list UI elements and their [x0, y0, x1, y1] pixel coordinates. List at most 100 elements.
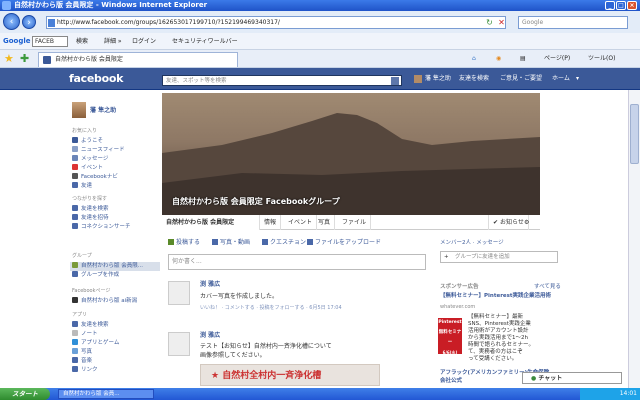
post-author-avatar[interactable] [168, 332, 190, 356]
sidebar-item-invite-friends[interactable]: 友達を招待 [72, 214, 109, 223]
section-find: つながりを探す [72, 196, 108, 202]
start-button[interactable]: スタート [0, 388, 50, 400]
nav-home[interactable]: ホーム [552, 74, 570, 84]
facebook-logo[interactable]: facebook [69, 72, 123, 85]
task-ie-window[interactable]: 自然村かわら版 会員... [58, 389, 154, 399]
post-text-line: 画像参照してください。 [200, 352, 266, 359]
search-icon[interactable] [391, 77, 399, 85]
sidebar-item-label: コネクションサーチ [81, 224, 131, 230]
sidebar-item-music[interactable]: 音楽 [72, 357, 92, 366]
stop-icon[interactable]: ✕ [496, 17, 507, 28]
page-menu[interactable]: ページ(P) [544, 53, 570, 65]
post-author[interactable]: 渕 雅広 [200, 281, 220, 289]
tab-group-home[interactable]: 自然村かわら版 会員限定 [162, 215, 260, 230]
fb-search-input[interactable]: 友達、スポット等を検索 [162, 75, 402, 86]
nav-profile[interactable]: 藩 隼之助 [425, 74, 451, 84]
gtool-search-button[interactable]: 検索 [76, 33, 88, 50]
members-link[interactable]: メンバー2人 · メッセージ [440, 239, 504, 247]
favorites-star-icon[interactable]: ★ [4, 52, 14, 65]
google-toolbar-field[interactable]: FACEB [32, 36, 68, 47]
forward-button[interactable]: › [22, 15, 36, 29]
sidebar-item-events[interactable]: イベント [72, 164, 103, 173]
events-icon [72, 164, 78, 170]
chevron-down-icon[interactable]: ▾ [576, 74, 579, 84]
sidebar-item-notes[interactable]: ノート [72, 330, 98, 339]
sidebar-item-group-current[interactable]: 自然村かわら版 会員限... [70, 262, 160, 271]
find-friends-icon [72, 205, 78, 211]
cover-photo[interactable]: 自然村かわら版 会員限定 Facebookグループ [162, 93, 540, 215]
gtool-more-button[interactable]: 詳細 » [104, 33, 122, 50]
ads-see-all[interactable]: すべて見る [534, 283, 561, 291]
windows-taskbar: スタート 自然村かわら版 会員... 14:01 [0, 388, 640, 400]
home-icon[interactable]: ⌂ [472, 53, 476, 65]
banner-text: ★ 自然村全村内一斉浄化槽 [211, 371, 322, 381]
page-scrollbar[interactable] [628, 90, 640, 388]
feeds-icon[interactable]: ◉ [496, 53, 501, 65]
composer-file[interactable]: ファイルをアップロード [307, 238, 381, 247]
sidebar-item-newsfeed[interactable]: ニュースフィード [72, 146, 125, 155]
nav-find-friends[interactable]: 友達を検索 [459, 74, 489, 84]
sidebar-item-label: イベント [81, 165, 104, 171]
photos-icon [72, 348, 78, 354]
gtool-login-button[interactable]: ログイン [132, 33, 156, 50]
question-icon [262, 239, 268, 245]
back-button[interactable]: ‹ [3, 13, 20, 30]
sidebar-item-friends[interactable]: 友達 [72, 182, 92, 191]
sidebar-item-welcome[interactable]: ようこそ [72, 137, 103, 146]
sidebar-item-page[interactable]: 自然村かわら版 ai新潟 [72, 297, 137, 306]
sidebar-item-label: 自然村かわら版 会員限... [81, 263, 143, 269]
post-author[interactable]: 渕 雅広 [200, 332, 220, 340]
close-button[interactable]: × [627, 1, 637, 10]
address-bar[interactable]: http://www.facebook.com/groups/162653017… [46, 16, 506, 29]
sidebar-item-photos[interactable]: 写真 [72, 348, 92, 357]
tab-active[interactable]: 自然村かわら版 会員限定 [38, 52, 238, 67]
nav-feedback[interactable]: ご意見・ご要望 [500, 74, 542, 84]
sidebar-item-label: リンク [81, 367, 98, 373]
sidebar-item-apps-games[interactable]: アプリとゲーム [72, 339, 119, 348]
profile-name[interactable]: 藩 隼之助 [90, 105, 116, 114]
refresh-icon[interactable]: ↻ [484, 17, 495, 28]
gtool-security-button[interactable]: セキュリティワールバー [172, 33, 238, 50]
sidebar-item-create-group[interactable]: グループを作成 [72, 271, 119, 280]
messages-icon [72, 155, 78, 161]
add-favorite-icon[interactable]: ✚ [20, 52, 29, 65]
sidebar-item-label: 友達を検索 [81, 206, 109, 212]
check-icon: ✔ [493, 219, 500, 226]
profile-avatar[interactable] [72, 102, 86, 118]
minimize-button[interactable]: _ [605, 1, 615, 10]
tab-events[interactable]: イベント [284, 215, 318, 230]
scroll-thumb[interactable] [630, 104, 639, 164]
sidebar-item-fbnavi[interactable]: Facebookナビ [72, 173, 118, 182]
composer: 投稿する 写真・動画 クエスチョン ファイルをアップロード 何か書く... [162, 234, 427, 278]
ad2-sub[interactable]: 会社公式 [440, 377, 462, 385]
composer-question[interactable]: クエスチョン [262, 238, 306, 247]
sidebar-item-messages[interactable]: メッセージ [72, 155, 108, 164]
ad-headline[interactable]: 【無料セミナー】Pinterest実践企業活用術 [440, 292, 551, 300]
tools-menu[interactable]: ツール(O) [588, 53, 615, 65]
sidebar-item-find-friends[interactable]: 友達を検索 [72, 205, 109, 214]
sidebar-item-links[interactable]: リンク [72, 366, 98, 375]
sidebar-item-connection-search[interactable]: コネクションサーチ [72, 223, 131, 232]
pin-line1: 無料セミナー [438, 330, 462, 345]
tab-files[interactable]: ファイル [338, 215, 372, 230]
composer-post[interactable]: 投稿する [168, 238, 200, 247]
facebook-header: facebook 友達、スポット等を検索 藩 隼之助 友達を検索 ご意見・ご要望… [0, 68, 640, 90]
settings-gear-icon[interactable]: ⚙ [520, 215, 533, 230]
post-meta[interactable]: いいね！ · コメントする · 投稿をフォローする · 6月5日 17:04 [200, 304, 342, 312]
add-friend-input[interactable]: + グループに友達を追加 [440, 251, 558, 263]
tab-photos[interactable]: 写真 [314, 215, 336, 230]
sidebar-item-app-find-friends[interactable]: 友達を検索 [72, 321, 109, 330]
print-icon[interactable]: ▤ [520, 53, 526, 65]
pinterest-ad-image[interactable]: Pinterest 無料セミナー 6/6(水) 15:30〜 [438, 318, 462, 365]
apps-icon [72, 339, 78, 345]
composer-photo[interactable]: 写真・動画 [212, 238, 250, 247]
post-image-banner[interactable]: ★ 自然村全村内一斉浄化槽 [200, 364, 380, 386]
composer-input[interactable]: 何か書く... [168, 254, 426, 270]
maximize-button[interactable]: □ [616, 1, 626, 10]
facebook-favicon [43, 56, 51, 64]
tab-title: 自然村かわら版 会員限定 [55, 56, 123, 63]
chat-bar[interactable]: ● チャット [522, 372, 622, 384]
post-author-avatar[interactable] [168, 281, 190, 305]
browser-search-input[interactable]: Google [518, 16, 628, 29]
tab-info[interactable]: 情報 [260, 215, 282, 230]
